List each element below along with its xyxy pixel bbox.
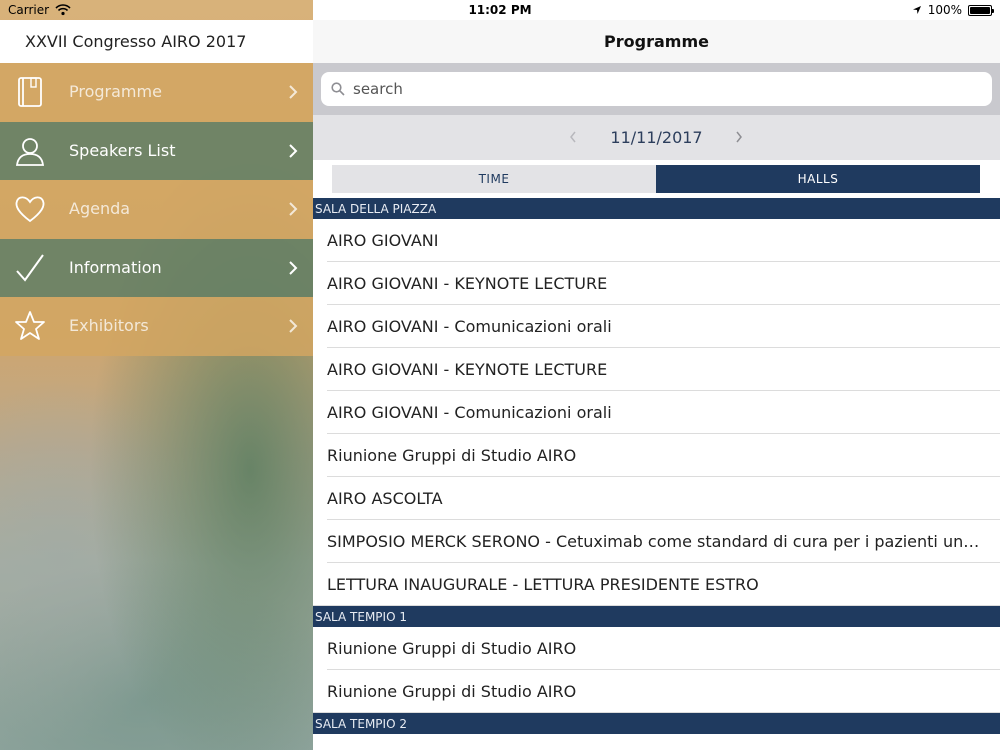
chevron-left-icon[interactable] bbox=[568, 129, 578, 145]
list-item[interactable]: Riunione Gruppi di Studio AIRO bbox=[313, 434, 1000, 477]
checkmark-icon bbox=[16, 253, 44, 282]
section-header: SALA DELLA PIAZZA bbox=[313, 198, 1000, 219]
list-item[interactable]: AIRO GIOVANI - Comunicazioni orali bbox=[313, 391, 1000, 434]
chevron-right-icon bbox=[289, 202, 298, 216]
list-item[interactable]: AIRO ASCOLTA bbox=[313, 477, 1000, 520]
chevron-right-icon bbox=[289, 260, 298, 275]
list-item-title: SIMPOSIO MERCK SERONO - Cetuximab come s… bbox=[327, 532, 987, 551]
sidebar-menu: Programme Speakers List Agenda Informati… bbox=[0, 63, 313, 356]
search-placeholder: search bbox=[353, 80, 403, 98]
list-item-title: Riunione Gruppi di Studio AIRO bbox=[327, 639, 577, 658]
star-icon bbox=[15, 311, 45, 340]
sidebar-title: XXVII Congresso AIRO 2017 bbox=[0, 20, 313, 63]
chevron-right-icon bbox=[289, 319, 298, 333]
list-item[interactable]: AIRO GIOVANI - KEYNOTE LECTURE bbox=[313, 262, 1000, 305]
status-time: 11:02 PM bbox=[468, 3, 532, 17]
list-item[interactable]: Riunione Gruppi di Studio AIRO bbox=[313, 627, 1000, 670]
section-header: SALA TEMPIO 2 bbox=[313, 713, 1000, 734]
status-bar: Carrier 11:02 PM 100% bbox=[0, 0, 1000, 20]
sidebar-item-agenda[interactable]: Agenda bbox=[0, 180, 313, 239]
heart-icon bbox=[15, 196, 45, 223]
sidebar-item-exhibitors[interactable]: Exhibitors bbox=[0, 297, 313, 356]
sidebar-item-information[interactable]: Information bbox=[0, 238, 313, 297]
segment-time[interactable]: TIME bbox=[332, 165, 656, 193]
sidebar: XXVII Congresso AIRO 2017 Programme Spea… bbox=[0, 0, 313, 750]
sidebar-item-label: Information bbox=[69, 257, 162, 277]
location-arrow-icon bbox=[912, 6, 921, 14]
search-icon bbox=[331, 82, 345, 96]
search-bar: search bbox=[313, 63, 1000, 115]
sidebar-item-label: Programme bbox=[69, 82, 162, 101]
session-list: SALA DELLA PIAZZA AIRO GIOVANI AIRO GIOV… bbox=[313, 198, 1000, 734]
sidebar-item-programme[interactable]: Programme bbox=[0, 63, 313, 122]
list-item-title: AIRO GIOVANI - KEYNOTE LECTURE bbox=[327, 274, 608, 293]
list-item-title: AIRO GIOVANI - KEYNOTE LECTURE bbox=[327, 360, 608, 379]
sidebar-item-label: Speakers List bbox=[69, 140, 176, 160]
list-item[interactable]: Riunione Gruppi di Studio AIRO bbox=[313, 670, 1000, 713]
date-selector: 11/11/2017 bbox=[313, 115, 1000, 160]
main-panel: Programme search 11/11/2017 TIME HALLS S… bbox=[313, 0, 1000, 750]
page-title: Programme bbox=[313, 20, 1000, 63]
chevron-right-icon bbox=[289, 143, 298, 158]
view-segmented-control: TIME HALLS bbox=[332, 165, 980, 193]
list-item[interactable]: AIRO GIOVANI - KEYNOTE LECTURE bbox=[313, 348, 1000, 391]
list-item[interactable]: SIMPOSIO MERCK SERONO - Cetuximab come s… bbox=[313, 520, 1000, 563]
section-header: SALA TEMPIO 1 bbox=[313, 606, 1000, 627]
current-date: 11/11/2017 bbox=[610, 128, 703, 147]
battery-icon bbox=[968, 4, 994, 16]
list-item[interactable]: AIRO GIOVANI - Comunicazioni orali bbox=[313, 305, 1000, 348]
chevron-right-icon[interactable] bbox=[734, 129, 744, 145]
search-input[interactable]: search bbox=[321, 72, 992, 106]
list-item-title: AIRO GIOVANI - Comunicazioni orali bbox=[327, 403, 612, 422]
list-item-title: AIRO GIOVANI bbox=[327, 231, 439, 250]
book-icon bbox=[18, 77, 42, 107]
sidebar-item-label: Agenda bbox=[69, 199, 131, 218]
person-icon bbox=[15, 137, 45, 166]
list-item-title: Riunione Gruppi di Studio AIRO bbox=[327, 682, 577, 701]
chevron-right-icon bbox=[289, 85, 298, 99]
list-item-title: Riunione Gruppi di Studio AIRO bbox=[327, 446, 577, 465]
list-item[interactable]: AIRO GIOVANI bbox=[313, 219, 1000, 262]
sidebar-item-label: Exhibitors bbox=[69, 316, 149, 335]
list-item-title: LETTURA INAUGURALE - LETTURA PRESIDENTE … bbox=[327, 575, 759, 594]
list-item-title: AIRO GIOVANI - Comunicazioni orali bbox=[327, 317, 612, 336]
list-item[interactable]: LETTURA INAUGURALE - LETTURA PRESIDENTE … bbox=[313, 563, 1000, 606]
list-item-title: AIRO ASCOLTA bbox=[327, 489, 443, 508]
sidebar-item-speakers[interactable]: Speakers List bbox=[0, 121, 313, 180]
battery-percent: 100% bbox=[927, 3, 962, 17]
segment-halls[interactable]: HALLS bbox=[656, 165, 980, 193]
